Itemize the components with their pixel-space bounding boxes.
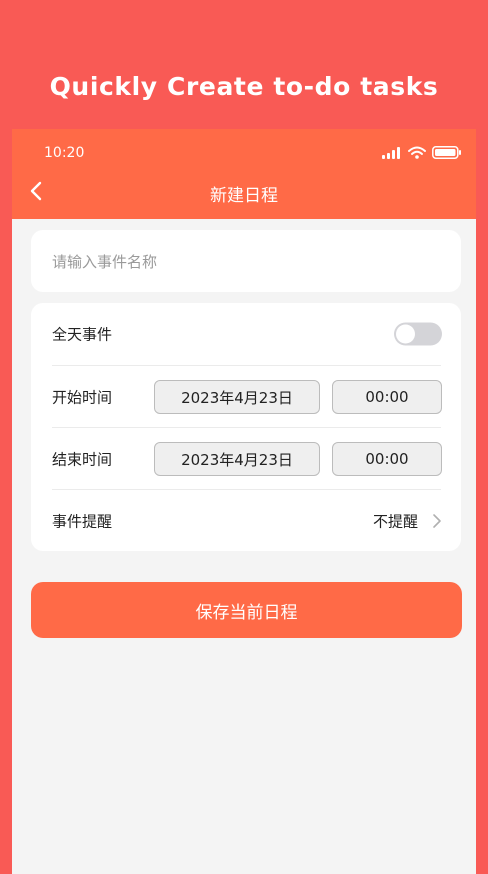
wifi-icon (408, 146, 426, 159)
signal-icon (382, 146, 400, 159)
reminder-label: 事件提醒 (52, 512, 113, 531)
reminder-value: 不提醒 (372, 512, 418, 531)
all-day-toggle[interactable] (394, 322, 442, 346)
event-form-card: 全天事件 开始时间 2023年4月23日 00:00 结束时间 2023年4月2… (31, 303, 461, 551)
battery-icon (432, 146, 461, 159)
chevron-right-icon (433, 514, 441, 528)
phone-screen: 10:20 新建日程 请输入事件名称 全天事件 开始时间 2023年4月23日 … (12, 129, 476, 874)
end-time-row: 结束时间 2023年4月23日 00:00 (52, 428, 442, 490)
status-time: 10:20 (44, 145, 85, 161)
end-time-picker[interactable]: 00:00 (332, 442, 442, 476)
all-day-row: 全天事件 (52, 303, 442, 365)
end-date-picker[interactable]: 2023年4月23日 (154, 442, 320, 476)
status-icons (382, 146, 462, 159)
toggle-knob (396, 324, 415, 344)
event-name-input[interactable] (52, 248, 442, 276)
start-time-row: 开始时间 2023年4月23日 00:00 (52, 366, 442, 428)
start-time-picker[interactable]: 00:00 (332, 380, 442, 414)
all-day-label: 全天事件 (52, 325, 113, 344)
reminder-row[interactable]: 事件提醒 不提醒 (52, 490, 442, 552)
page-title: 新建日程 (210, 186, 278, 206)
start-date-picker[interactable]: 2023年4月23日 (154, 380, 320, 414)
start-time-label: 开始时间 (52, 388, 113, 407)
app-header: 10:20 新建日程 (12, 129, 476, 219)
event-name-card (31, 230, 461, 292)
end-time-label: 结束时间 (52, 450, 113, 469)
save-schedule-button[interactable]: 保存当前日程 (31, 582, 462, 638)
promo-title: Quickly Create to-do tasks (49, 72, 439, 101)
